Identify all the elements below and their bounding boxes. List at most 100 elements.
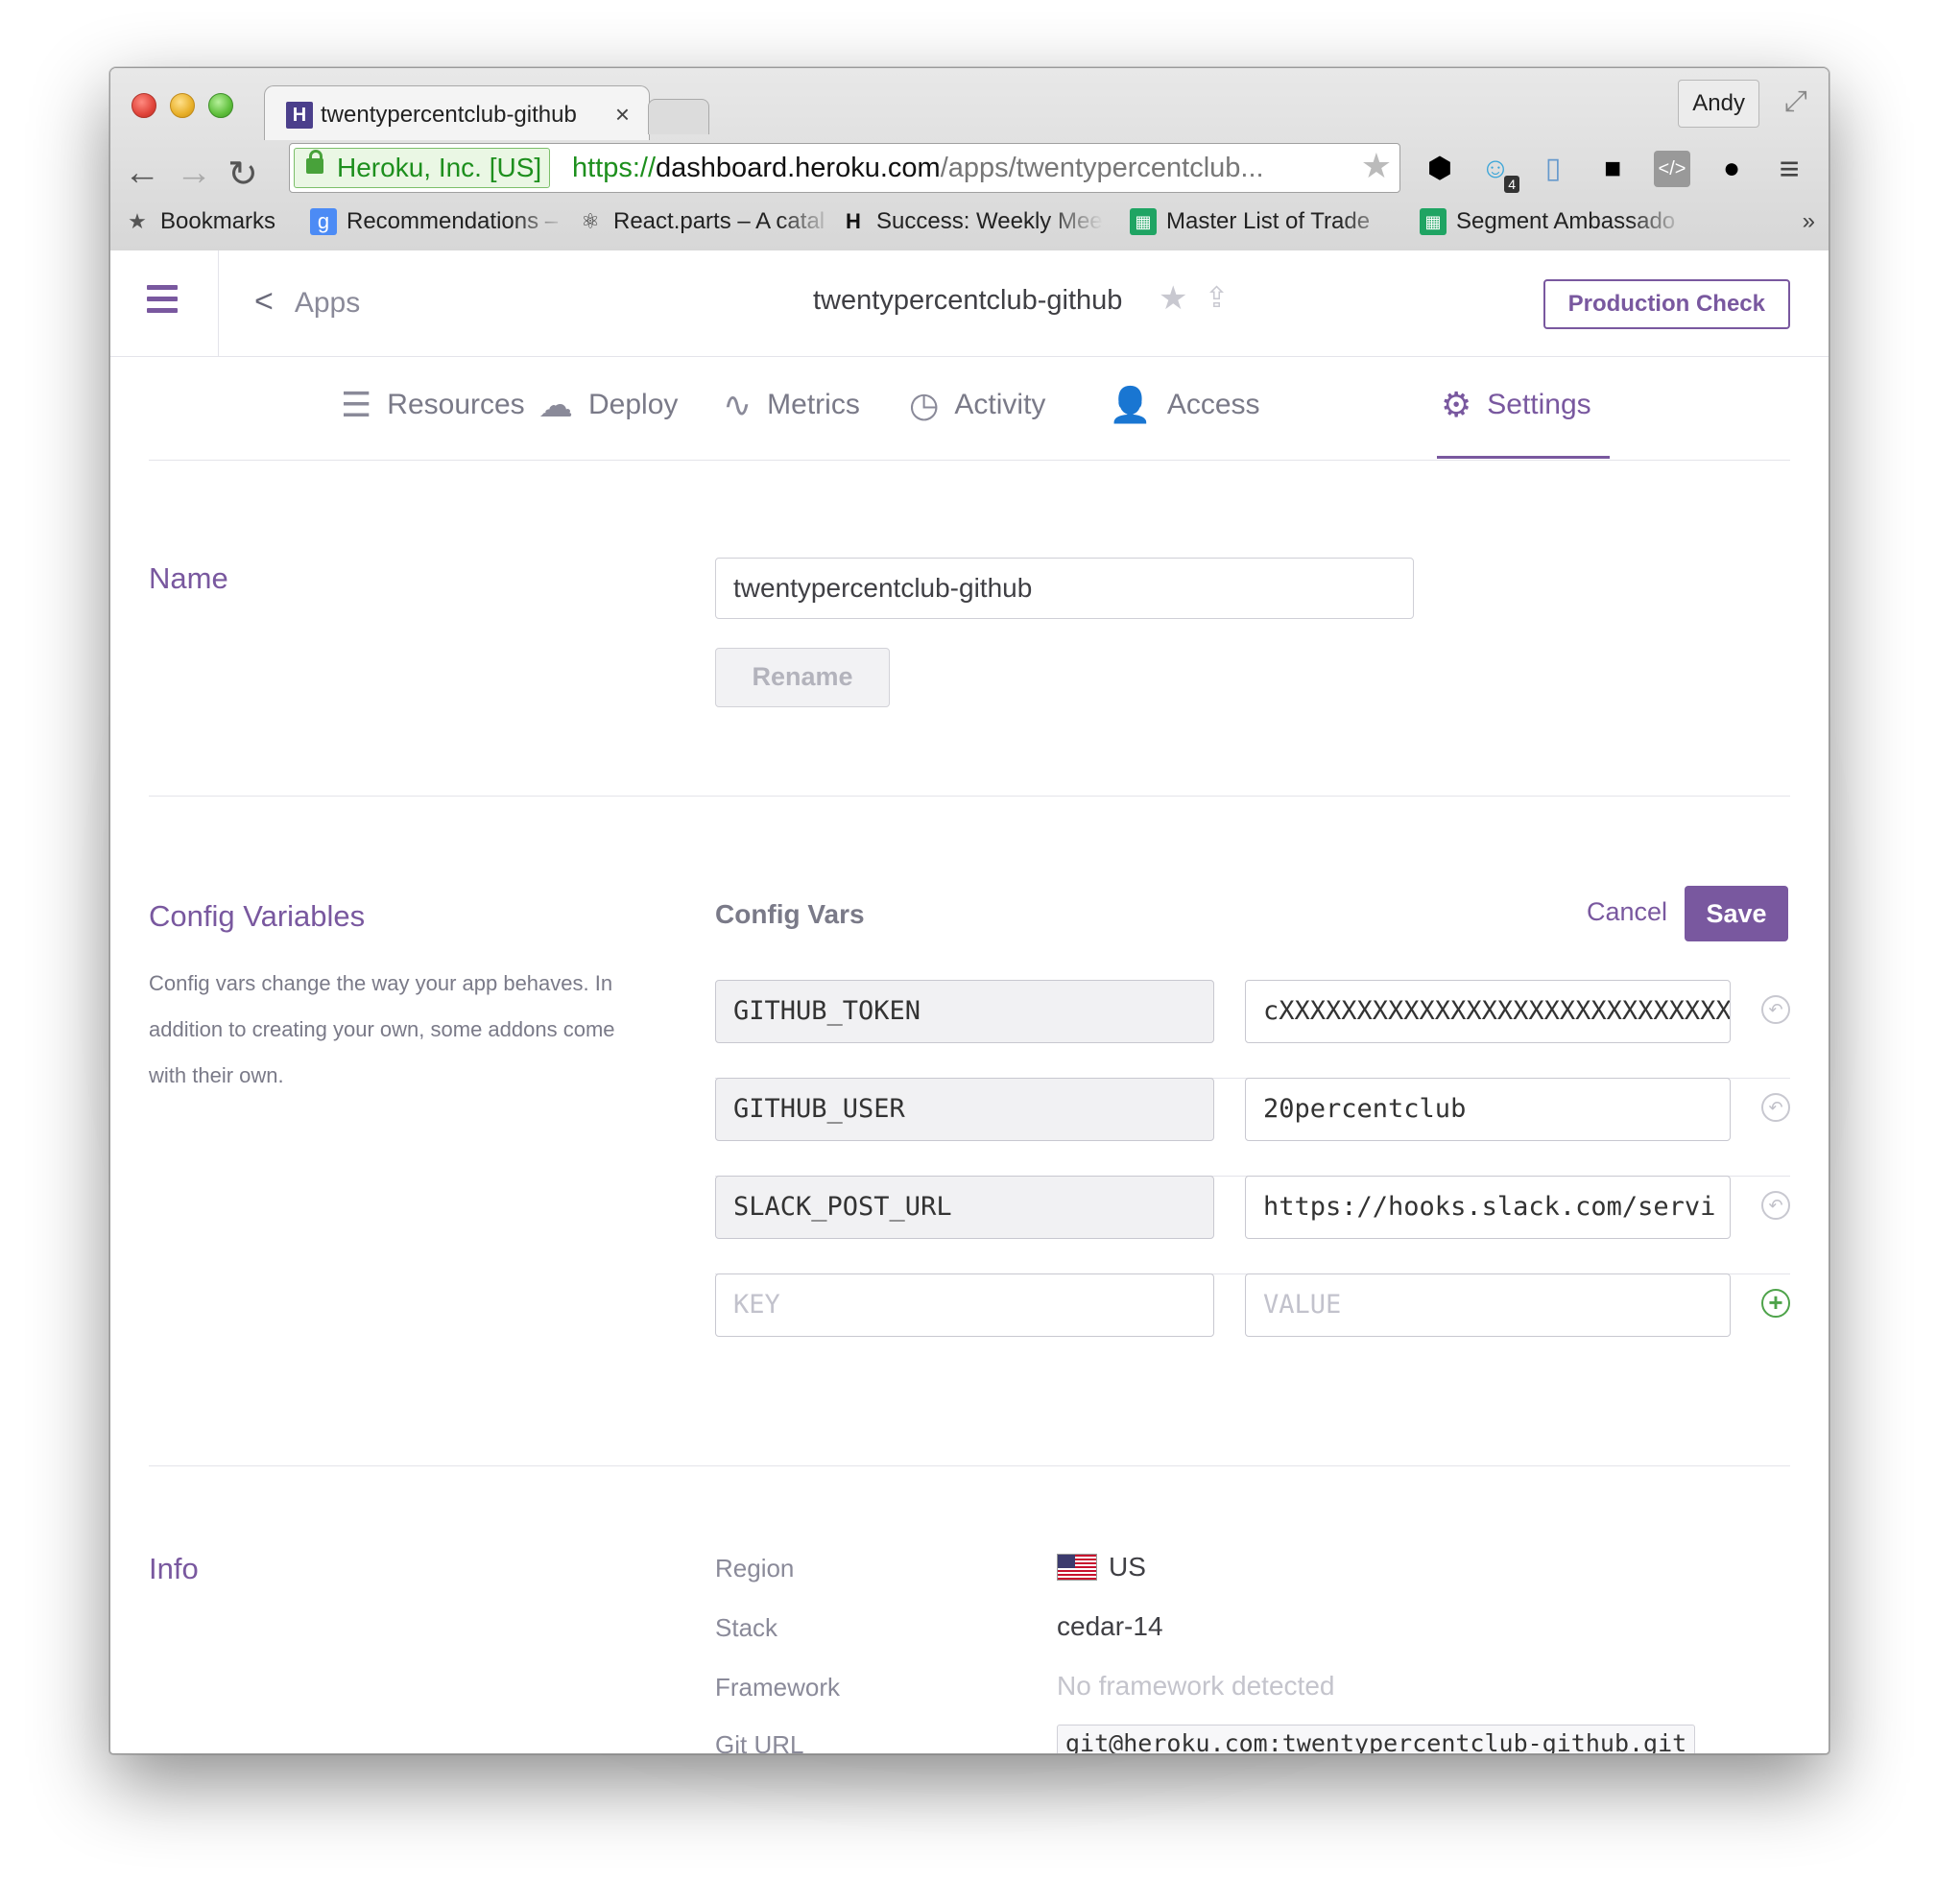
tab-access[interactable]: 👤 Access (1109, 385, 1260, 425)
tab-metrics[interactable]: ∿ Metrics (723, 385, 860, 425)
favorite-star-icon[interactable]: ★ (1159, 279, 1187, 318)
bookmark-item[interactable]: g Recommendations – (310, 208, 567, 235)
region-label: Region (715, 1554, 795, 1583)
app-header: < Apps twentypercentclub-github ★ ⇪ Produ… (110, 250, 1829, 357)
clock-icon: ◷ (909, 385, 940, 424)
chevron-left-icon: < (254, 283, 274, 320)
bookmark-label: Success: Weekly Mee (876, 208, 1103, 234)
config-section-title: Config Variables (149, 899, 366, 933)
google-icon: g (310, 208, 337, 235)
git-url-value[interactable]: git@heroku.com:twentypercentclub-github.… (1057, 1725, 1696, 1753)
bookmark-item[interactable]: ⚛ React.parts – A catal (577, 208, 834, 235)
heroku-favicon-icon: H (286, 102, 313, 129)
h-icon: H (846, 209, 861, 233)
new-tab-button[interactable] (648, 99, 709, 134)
undo-icon[interactable]: ↶ (1761, 995, 1790, 1024)
bookmark-label: Segment Ambassado (1456, 208, 1676, 234)
tab-close-icon[interactable]: × (615, 100, 630, 130)
address-bar[interactable]: Heroku, Inc. [US] https://dashboard.hero… (289, 143, 1400, 193)
rename-button[interactable]: Rename (715, 648, 890, 707)
tab-label: Activity (954, 389, 1046, 420)
undo-icon[interactable]: ↶ (1761, 1093, 1790, 1122)
config-vars-heading: Config Vars (715, 899, 865, 929)
reload-icon[interactable]: ↻ (227, 153, 258, 196)
app-name-title: twentypercentclub-github (813, 285, 1123, 316)
config-var-row: SLACK_POST_URL https://hooks.slack.com/s… (715, 1176, 1790, 1274)
hexagon-extension-icon[interactable]: ⬢ (1422, 151, 1458, 187)
sheets-icon: ▦ (1130, 208, 1157, 235)
us-flag-icon (1057, 1554, 1097, 1581)
tab-resources[interactable]: ☰ Resources (341, 385, 525, 425)
browser-chrome: H twentypercentclub-github × Andy ⤢ ← → … (110, 68, 1829, 251)
new-key-input[interactable]: KEY (715, 1273, 1214, 1337)
browser-tab[interactable]: H twentypercentclub-github × (264, 85, 650, 140)
lock-icon (306, 150, 323, 174)
cookie-icon[interactable]: ● (1713, 151, 1750, 187)
hamburger-menu-icon[interactable] (147, 285, 178, 314)
ghostery-icon[interactable]: ☺ 4 (1477, 151, 1519, 193)
bookmark-label: Recommendations – (347, 208, 559, 234)
url-text[interactable]: https://dashboard.heroku.com/apps/twenty… (572, 150, 1359, 186)
production-check-button[interactable]: Production Check (1542, 279, 1790, 329)
config-var-key[interactable]: SLACK_POST_URL (715, 1176, 1214, 1239)
info-section-title: Info (149, 1552, 199, 1585)
tab-label: Deploy (588, 389, 679, 420)
section-divider (149, 796, 1790, 797)
tab-label: Metrics (767, 389, 860, 420)
cancel-button[interactable]: Cancel (1587, 897, 1667, 927)
tab-title: twentypercentclub-github (321, 102, 577, 128)
undo-icon[interactable]: ↶ (1761, 1191, 1790, 1220)
user-lock-icon: 👤 (1109, 385, 1152, 424)
config-var-value[interactable]: https://hooks.slack.com/servi (1245, 1176, 1731, 1239)
framework-label: Framework (715, 1673, 841, 1702)
stack-label: Stack (715, 1613, 778, 1642)
back-to-apps-link[interactable]: < Apps (254, 283, 360, 321)
back-arrow-icon[interactable]: ← (124, 153, 160, 194)
new-config-var-row: KEY VALUE + (715, 1273, 1790, 1371)
note-extension-icon[interactable]: ▯ (1535, 151, 1571, 187)
new-value-input[interactable]: VALUE (1245, 1273, 1731, 1337)
tab-settings[interactable]: ⚙ Settings (1441, 385, 1591, 425)
forward-arrow-icon[interactable]: → (176, 153, 212, 194)
config-var-value[interactable]: 20percentclub (1245, 1078, 1731, 1141)
tab-label: Access (1166, 389, 1260, 420)
bookmark-item[interactable]: H Success: Weekly Mee (840, 208, 1103, 235)
bookmark-item[interactable]: ★ Bookmarks (124, 208, 275, 235)
react-icon: ⚛ (581, 209, 600, 233)
name-section-title: Name (149, 561, 228, 595)
bookmarks-bar: ★ Bookmarks g Recommendations – ⚛ React.… (110, 202, 1829, 245)
profile-button[interactable]: Andy (1678, 80, 1759, 128)
more-bookmarks-button[interactable]: » (1803, 208, 1815, 235)
extension-badge: 4 (1504, 176, 1519, 193)
browser-window: H twentypercentclub-github × Andy ⤢ ← → … (109, 67, 1829, 1754)
add-icon[interactable]: + (1761, 1289, 1790, 1318)
app-name-input[interactable]: twentypercentclub-github (715, 558, 1414, 619)
chrome-menu-icon[interactable]: ≡ (1771, 151, 1807, 187)
tab-deploy[interactable]: ☁ Deploy (538, 385, 678, 425)
tab-label: Resources (387, 389, 525, 420)
share-icon[interactable]: ⇪ (1205, 281, 1229, 315)
save-button[interactable]: Save (1685, 886, 1788, 941)
zoom-window-button[interactable] (208, 93, 233, 118)
config-var-key[interactable]: GITHUB_USER (715, 1078, 1214, 1141)
git-url-label: Git URL (715, 1730, 804, 1754)
fullscreen-icon[interactable]: ⤢ (1784, 85, 1807, 118)
close-window-button[interactable] (132, 93, 156, 118)
bookmark-item[interactable]: ▦ Segment Ambassado (1420, 208, 1686, 235)
code-extension-icon[interactable]: </> (1654, 151, 1690, 187)
video-camera-icon[interactable]: ■ (1594, 151, 1631, 187)
ev-certificate-badge[interactable]: Heroku, Inc. [US] (294, 148, 551, 188)
bookmark-label: Bookmarks (160, 208, 276, 234)
config-var-key[interactable]: GITHUB_TOKEN (715, 980, 1214, 1043)
config-var-value[interactable]: cXXXXXXXXXXXXXXXXXXXXXXXXXXXXXX (1245, 980, 1731, 1043)
tab-label: Settings (1487, 389, 1591, 420)
tab-activity[interactable]: ◷ Activity (909, 385, 1045, 425)
bookmark-star-icon[interactable]: ★ (1361, 146, 1392, 186)
cloud-upload-icon: ☁ (538, 385, 573, 424)
url-host: dashboard.heroku.com (656, 153, 941, 183)
bookmark-item[interactable]: ▦ Master List of Trade (1130, 208, 1397, 235)
region-text: US (1109, 1552, 1146, 1582)
bookmark-label: React.parts – A catal (613, 208, 825, 234)
url-scheme: https:// (572, 153, 657, 183)
minimize-window-button[interactable] (170, 93, 195, 118)
